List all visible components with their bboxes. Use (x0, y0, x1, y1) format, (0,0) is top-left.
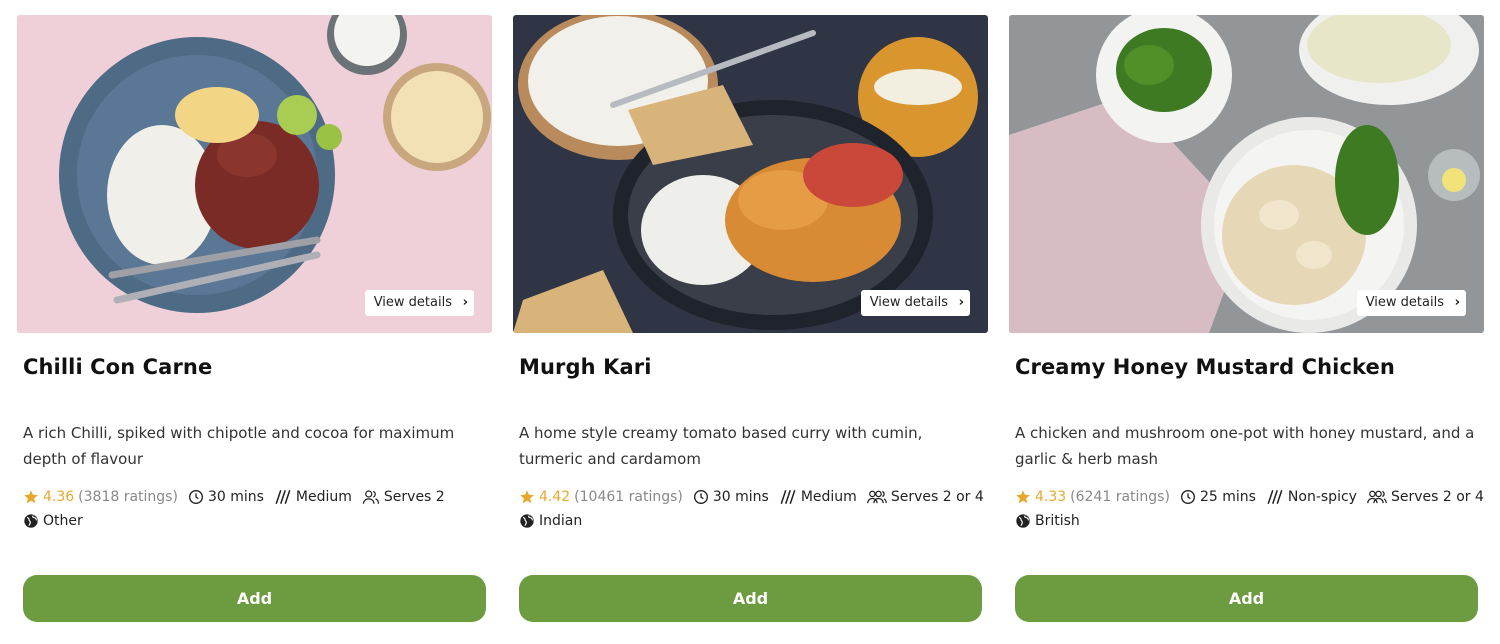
add-button[interactable]: Add (23, 575, 486, 622)
serves: Serves 2 or 4 (1367, 485, 1484, 509)
recipe-card-creamy-honey-mustard-chicken: View details › Creamy Honey Mustard Chic… (1009, 15, 1484, 630)
cook-time: 25 mins (1180, 485, 1256, 509)
cuisine: British (1015, 509, 1080, 533)
star-icon (1016, 490, 1030, 504)
spice-level: Medium (779, 485, 857, 509)
rating: 4.33 (6241 ratings) (1015, 485, 1170, 509)
rating-value: 4.42 (539, 489, 571, 505)
spice-level: Non-spicy (1266, 485, 1357, 509)
serves-label: Serves 2 or 4 (1390, 489, 1484, 505)
recipe-title[interactable]: Murgh Kari (519, 355, 652, 379)
recipe-meta: 4.33 (6241 ratings) 25 mins Non-spicy Se… (1015, 485, 1484, 533)
recipe-photo-image (1009, 15, 1484, 333)
star-icon (24, 490, 38, 504)
clock-icon (693, 490, 708, 504)
rating-count: (6241 ratings) (1070, 489, 1170, 505)
globe-icon (1016, 514, 1030, 528)
recipe-card-murgh-kari: View details › Murgh Kari A home style c… (513, 15, 988, 630)
star-icon (520, 490, 534, 504)
rating: 4.36 (3818 ratings) (23, 485, 178, 509)
recipe-description: A chicken and mushroom one-pot with hone… (1015, 424, 1475, 468)
recipe-meta: 4.42 (10461 ratings) 30 mins Medium Serv… (519, 485, 987, 533)
chili-icon (275, 490, 291, 504)
globe-icon (24, 514, 38, 528)
cook-time-label: 30 mins (712, 489, 769, 505)
recipe-photo[interactable]: View details › (1009, 15, 1484, 333)
recipe-description: A rich Chilli, spiked with chipotle and … (23, 424, 455, 468)
cook-time-label: 30 mins (207, 489, 264, 505)
cuisine-label: Other (43, 513, 83, 529)
serves: Serves 2 or 4 (866, 485, 984, 509)
recipe-description: A home style creamy tomato based curry w… (519, 424, 923, 468)
cook-time: 30 mins (693, 485, 769, 509)
recipe-card-chilli-con-carne: View details › Chilli Con Carne A rich C… (17, 15, 492, 630)
cook-time: 30 mins (188, 485, 264, 509)
cook-time-label: 25 mins (1199, 489, 1256, 505)
spice-level-label: Non-spicy (1287, 489, 1357, 505)
clock-icon (188, 490, 203, 504)
people-icon (866, 490, 887, 504)
cuisine-label: British (1035, 513, 1080, 529)
chevron-right-icon: › (462, 295, 468, 310)
serves-label: Serves 2 or 4 (890, 489, 984, 505)
recipe-meta: 4.36 (3818 ratings) 30 mins Medium Serve… (23, 485, 491, 533)
add-button[interactable]: Add (1015, 575, 1478, 622)
chili-icon (780, 490, 796, 504)
chili-icon (1267, 490, 1283, 504)
chevron-right-icon: › (1454, 295, 1460, 310)
spice-level-label: Medium (800, 489, 857, 505)
recipe-photo-image (17, 15, 492, 333)
cuisine: Indian (519, 509, 582, 533)
cuisine-label: Indian (539, 513, 583, 529)
people-icon (362, 490, 380, 504)
add-button[interactable]: Add (519, 575, 982, 622)
globe-icon (520, 514, 534, 528)
rating: 4.42 (10461 ratings) (519, 485, 683, 509)
serves-label: Serves 2 (383, 489, 445, 505)
rating-count: (10461 ratings) (574, 489, 683, 505)
rating-count: (3818 ratings) (78, 489, 178, 505)
clock-icon (1180, 490, 1195, 504)
view-details-button[interactable]: View details › (1356, 290, 1466, 316)
view-details-button[interactable]: View details › (364, 290, 474, 316)
people-icon (1367, 490, 1387, 504)
view-details-label: View details (373, 295, 452, 310)
recipe-title[interactable]: Chilli Con Carne (23, 355, 212, 379)
rating-value: 4.33 (1035, 489, 1067, 505)
recipe-title[interactable]: Creamy Honey Mustard Chicken (1015, 355, 1395, 379)
rating-value: 4.36 (43, 489, 75, 505)
view-details-label: View details (869, 295, 948, 310)
view-details-button[interactable]: View details › (860, 290, 970, 316)
spice-level: Medium (274, 485, 352, 509)
recipe-photo-image (513, 15, 988, 333)
chevron-right-icon: › (958, 295, 964, 310)
recipe-photo[interactable]: View details › (17, 15, 492, 333)
view-details-label: View details (1365, 295, 1444, 310)
serves: Serves 2 (362, 485, 445, 509)
spice-level-label: Medium (295, 489, 352, 505)
cuisine: Other (23, 509, 83, 533)
recipe-photo[interactable]: View details › (513, 15, 988, 333)
